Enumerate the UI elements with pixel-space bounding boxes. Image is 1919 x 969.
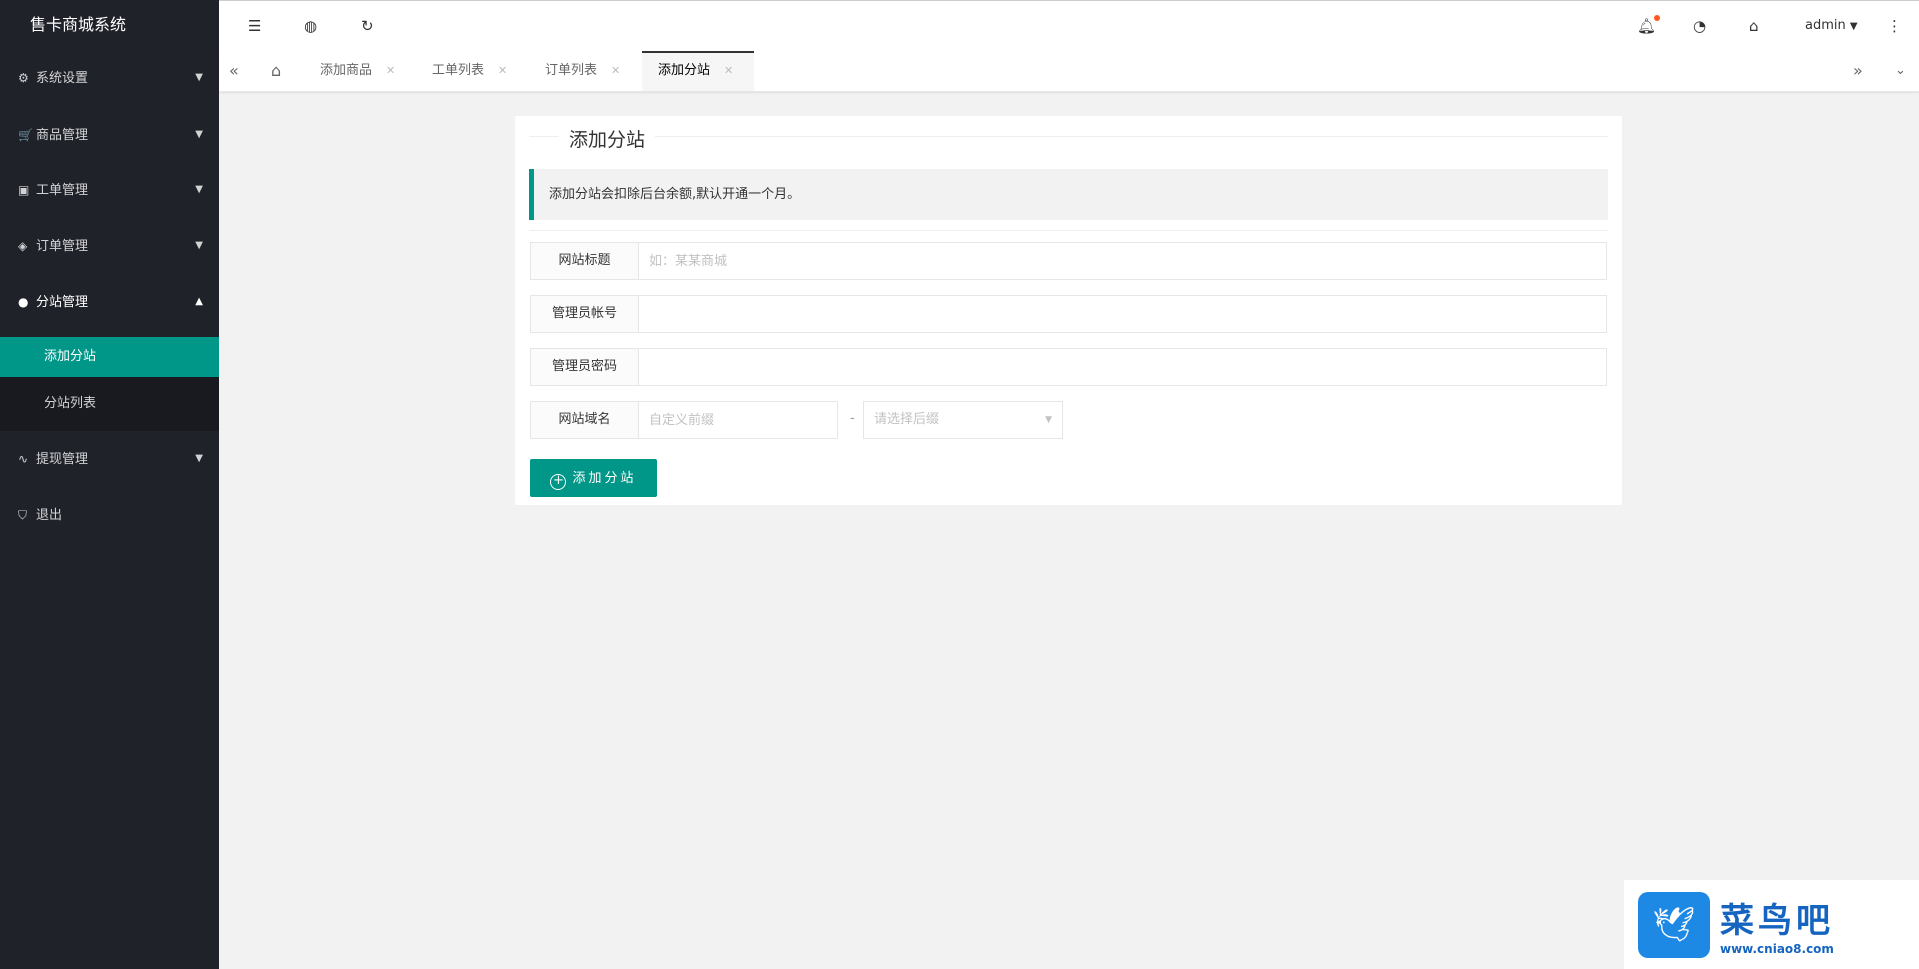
close-icon[interactable]: ✕ xyxy=(498,64,507,77)
sidebar-item-label: 工单管理 xyxy=(36,183,89,198)
admin-password-label: 管理员密码 xyxy=(530,348,639,386)
bird-logo-icon: 🕊︎ xyxy=(1638,891,1710,958)
top-bar: ☰ ◍ ↻ 🔔︎ ◔ ⌂ admin ▼ ⋮ xyxy=(219,0,1919,51)
sidebar-item-orders[interactable]: ◈ 订单管理 ▼ xyxy=(0,221,219,271)
caret-down-icon: ▼ xyxy=(195,240,203,251)
menu-toggle-icon[interactable]: ☰ xyxy=(248,17,261,35)
close-icon[interactable]: ✕ xyxy=(724,64,733,77)
add-substation-card: 添加分站 添加分站会扣除后台余额,默认开通一个月。 网站标题 管理员帐号 管理员… xyxy=(515,116,1622,505)
refresh-icon[interactable]: ↻ xyxy=(361,17,374,35)
admin-password-input[interactable] xyxy=(638,348,1607,386)
sidebar-item-products[interactable]: 🛒 商品管理 ▼ xyxy=(0,110,219,160)
divider xyxy=(529,230,1608,231)
sidebar-item-label: 退出 xyxy=(36,508,63,523)
close-icon[interactable]: ✕ xyxy=(611,64,620,77)
cart-icon: 🛒 xyxy=(18,128,33,142)
site-title-input[interactable] xyxy=(638,242,1607,280)
user-menu[interactable]: admin ▼ xyxy=(1805,18,1858,33)
close-icon[interactable]: ✕ xyxy=(386,64,395,77)
tab-ticket-list[interactable]: 工单列表 ✕ xyxy=(416,51,523,91)
pulse-icon: ∿ xyxy=(18,452,29,466)
bell-icon[interactable]: 🔔︎ xyxy=(1637,15,1661,35)
app-title: 售卡商城系统 xyxy=(30,15,127,34)
domain-suffix-select[interactable]: 请选择后缀 ▼ xyxy=(863,401,1063,439)
gear-icon: ⚙ xyxy=(18,71,29,85)
admin-account-input[interactable] xyxy=(638,295,1607,333)
tab-label: 工单列表 xyxy=(432,63,485,78)
tab-add-substation[interactable]: 添加分站 ✕ xyxy=(642,51,754,91)
admin-account-label: 管理员帐号 xyxy=(530,295,639,333)
sidebar-item-label: 订单管理 xyxy=(36,239,89,254)
admin-account-row: 管理员帐号 xyxy=(530,295,1607,333)
caret-down-icon: ▼ xyxy=(195,453,203,464)
add-substation-button[interactable]: + 添加分站 xyxy=(530,459,657,497)
caret-down-icon: ▼ xyxy=(195,72,203,83)
watermark-name: 菜鸟吧 xyxy=(1720,901,1834,941)
sidebar-item-label: 分站管理 xyxy=(36,295,89,310)
username: admin xyxy=(1805,18,1846,33)
globe-icon[interactable]: ◍ xyxy=(304,17,317,35)
sidebar-item-tickets[interactable]: ▣ 工单管理 ▼ xyxy=(0,165,219,215)
caret-down-icon: ▼ xyxy=(1045,415,1052,425)
caret-down-icon: ▼ xyxy=(1849,21,1858,32)
domain-separator: - xyxy=(850,411,855,426)
tabs-menu-chevron-icon[interactable]: ⌄ xyxy=(1883,51,1918,91)
sidebar-item-label: 提现管理 xyxy=(36,452,89,467)
sidebar-item-withdrawals[interactable]: ∿ 提现管理 ▼ xyxy=(0,434,219,484)
admin-password-row: 管理员密码 xyxy=(530,348,1607,386)
sidebar-subitem-add-substation[interactable]: 添加分站 xyxy=(0,337,219,377)
sidebar-submenu: 添加分站 分站列表 xyxy=(0,337,219,431)
caret-down-icon: ▼ xyxy=(195,129,203,140)
site-title-label: 网站标题 xyxy=(530,242,639,280)
watermark: 🕊︎ 菜鸟吧 www.cniao8.com xyxy=(1624,880,1919,969)
tabs-scroll-left-icon[interactable]: « xyxy=(219,51,249,91)
notification-dot xyxy=(1654,15,1661,21)
sidebar-item-label: 商品管理 xyxy=(36,128,89,143)
sidebar-item-label: 系统设置 xyxy=(36,71,89,86)
domain-row: 网站域名 - 请选择后缀 ▼ xyxy=(530,401,1607,439)
select-placeholder: 请选择后缀 xyxy=(874,412,940,427)
caret-down-icon: ▼ xyxy=(195,184,203,195)
site-title-row: 网站标题 xyxy=(530,242,1607,280)
domain-label: 网站域名 xyxy=(530,401,639,439)
shield-icon: ⛉ xyxy=(18,508,28,522)
sidebar-item-logout[interactable]: ⛉ 退出 xyxy=(0,490,219,540)
tab-bar: « ⌂ 添加商品 ✕ 工单列表 ✕ 订单列表 ✕ 添加分站 ✕ » ⌄ xyxy=(219,51,1919,92)
tab-order-list[interactable]: 订单列表 ✕ xyxy=(529,51,636,91)
form-legend: 添加分站 xyxy=(529,125,1608,152)
tab-label: 添加商品 xyxy=(320,63,373,78)
notice-alert: 添加分站会扣除后台余额,默认开通一个月。 xyxy=(529,169,1608,220)
tabs-scroll-right-icon[interactable]: » xyxy=(1841,51,1875,91)
tab-label: 订单列表 xyxy=(545,63,598,78)
ticket-icon: ▣ xyxy=(18,183,30,197)
watermark-url: www.cniao8.com xyxy=(1720,942,1834,956)
plus-circle-icon: + xyxy=(550,473,567,490)
home-tab-icon[interactable]: ⌂ xyxy=(259,51,293,91)
theme-icon[interactable]: ◔ xyxy=(1693,17,1706,35)
page-title: 添加分站 xyxy=(559,125,656,152)
sidebar-item-system-settings[interactable]: ⚙ 系统设置 ▼ xyxy=(0,53,219,103)
sidebar: 售卡商城系统 ⚙ 系统设置 ▼ 🛒 商品管理 ▼ ▣ 工单管理 ▼ ◈ 订单管理 ▼ ● 分站管理… xyxy=(0,0,219,969)
sidebar-subitem-substation-list[interactable]: 分站列表 xyxy=(0,384,219,424)
domain-prefix-input[interactable] xyxy=(638,401,838,439)
sidebar-item-substations[interactable]: ● 分站管理 ▲ xyxy=(0,277,219,327)
tab-label: 添加分站 xyxy=(658,63,711,78)
box-icon: ◈ xyxy=(18,239,28,253)
tag-icon[interactable]: ⌂ xyxy=(1749,17,1759,35)
globe-icon: ● xyxy=(18,295,29,309)
more-icon[interactable]: ⋮ xyxy=(1887,17,1902,35)
tab-add-product[interactable]: 添加商品 ✕ xyxy=(304,51,411,91)
button-label: 添加分站 xyxy=(572,470,637,486)
caret-up-icon: ▲ xyxy=(195,296,203,307)
